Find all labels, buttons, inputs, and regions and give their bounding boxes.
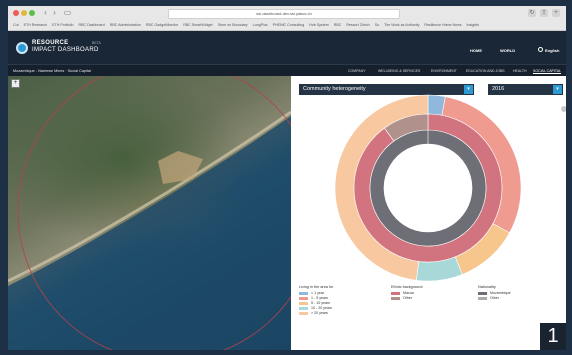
legend-label: Macua	[403, 291, 414, 295]
legend-label: 10 - 20 years	[311, 306, 332, 310]
slide-number-badge: 1	[540, 323, 566, 350]
map-overlay	[8, 76, 291, 350]
bookmark-item[interactable]: Cut	[13, 23, 19, 27]
nav-world[interactable]: WORLD	[500, 48, 515, 53]
bookmark-item[interactable]: RBC Dashboard	[79, 23, 105, 27]
legend-title: Nationality	[478, 285, 496, 289]
legend-label: Mozambique	[490, 291, 511, 295]
sea-area	[8, 116, 291, 350]
bookmarks-bar: Cut ETH Research ETH Portfolio RBC Dashboar…	[8, 20, 566, 30]
minimize-window-button[interactable]	[21, 10, 27, 16]
bookmark-item[interactable]: PHENIC Consulting	[273, 23, 305, 27]
legend-swatch	[299, 301, 308, 305]
legend-label: 5 - 10 years	[311, 301, 330, 305]
legend-swatch	[478, 291, 487, 295]
bookmark-item[interactable]: RBC GadgetMonitor	[146, 23, 178, 27]
logo-subtitle: IMPACT DASHBOARD	[32, 47, 99, 53]
close-window-button[interactable]	[13, 10, 19, 16]
tab-wellbeing-services[interactable]: WELLBEING & SERVICES	[378, 69, 420, 73]
legend-swatch	[299, 311, 308, 315]
bookmark-item[interactable]: Insights	[467, 23, 479, 27]
browser-toolbar: ‹ › ▭ ssi-dashboard-dev.ssi.yakus.ch ↻ ⇪…	[8, 6, 566, 31]
legend-label: 1 - 5 years	[311, 296, 328, 300]
new-tab-icon[interactable]: +	[552, 9, 560, 17]
tab-company[interactable]: COMPANY	[348, 69, 365, 73]
bookmark-item[interactable]: The Work as Authority	[384, 23, 419, 27]
bookmark-item[interactable]: ETH Portfolio	[52, 23, 73, 27]
legend-item: Other	[478, 296, 511, 301]
bookmark-item[interactable]: RBC Administration	[110, 23, 141, 27]
tab-health[interactable]: HEALTH	[513, 69, 527, 73]
legend-living-area: Living in the area for < 1 year 1 - 5 year…	[299, 285, 333, 316]
legend-label: < 1 year	[311, 291, 325, 295]
tab-social-capital[interactable]: SOCIAL CAPITAL	[533, 69, 562, 74]
share-icon[interactable]: ⇪	[540, 9, 548, 17]
bookmark-item[interactable]: Hub System	[309, 23, 329, 27]
satellite-map[interactable]: +	[8, 76, 291, 350]
beta-badge: BETA	[92, 41, 101, 45]
nav-home[interactable]: HOME	[470, 48, 482, 53]
app-header: RESOURCE IMPACT DASHBOARD BETA HOME WORL…	[8, 31, 566, 64]
reload-icon[interactable]: ↻	[528, 9, 536, 17]
chart-panel: Community heterogeneity ▾ 2016 ▾ Living …	[291, 76, 566, 350]
tab-environment[interactable]: ENVIRONMENT	[431, 69, 457, 73]
legend-ethnic-background: Ethnic background Macua Other	[391, 285, 422, 301]
legend-swatch	[299, 296, 308, 300]
address-bar[interactable]: ssi-dashboard-dev.ssi.yakus.ch	[168, 9, 400, 19]
legend-item: Other	[391, 296, 422, 301]
donut-slice[interactable]	[369, 129, 487, 247]
legend-swatch	[299, 306, 308, 310]
legend-swatch	[478, 296, 487, 300]
logo-title: RESOURCE	[32, 40, 69, 46]
bookmark-item[interactable]: RBC SmartWidget	[183, 23, 212, 27]
maximize-window-button[interactable]	[29, 10, 35, 16]
globe-icon	[538, 47, 543, 52]
donut-chart	[334, 94, 522, 281]
legend-title: Living in the area for	[299, 285, 334, 289]
legend-label: Other	[490, 296, 499, 300]
legend-label: Other	[403, 296, 412, 300]
bookmark-item[interactable]: So	[375, 23, 379, 27]
language-selector[interactable]: English	[545, 48, 559, 53]
tab-education-jobs[interactable]: EDUCATION AND JOBS	[466, 69, 505, 73]
bookmark-item[interactable]: LongPlus	[253, 23, 268, 27]
bookmark-item[interactable]: RBC	[334, 23, 342, 27]
bookmark-item[interactable]: ETH Research	[24, 23, 48, 27]
legend-item: > 20 years	[299, 311, 333, 316]
sidebar-toggle-icon[interactable]: ▭	[63, 8, 72, 17]
browser-window: ‹ › ▭ ssi-dashboard-dev.ssi.yakus.ch ↻ ⇪…	[8, 6, 566, 350]
legend-swatch	[391, 291, 400, 295]
legend-label: > 20 years	[311, 311, 328, 315]
legend-swatch	[299, 291, 308, 295]
legend-swatch	[391, 296, 400, 300]
forward-arrow-icon[interactable]: ›	[50, 8, 59, 17]
logo-icon	[16, 42, 28, 54]
bookmark-item[interactable]: Resilience Home News	[424, 23, 461, 27]
bookmark-item[interactable]: Ressort Zürich	[346, 23, 369, 27]
bookmark-item[interactable]: Store on Boundary	[218, 23, 248, 27]
legend-nationality: Nationality Mozambique Other	[478, 285, 511, 301]
breadcrumb: Mozambique - Namewe Mines · Social Capit…	[13, 69, 91, 73]
legend-title: Ethnic background	[391, 285, 423, 289]
back-arrow-icon[interactable]: ‹	[41, 8, 50, 17]
zoom-button[interactable]: +	[11, 79, 20, 88]
